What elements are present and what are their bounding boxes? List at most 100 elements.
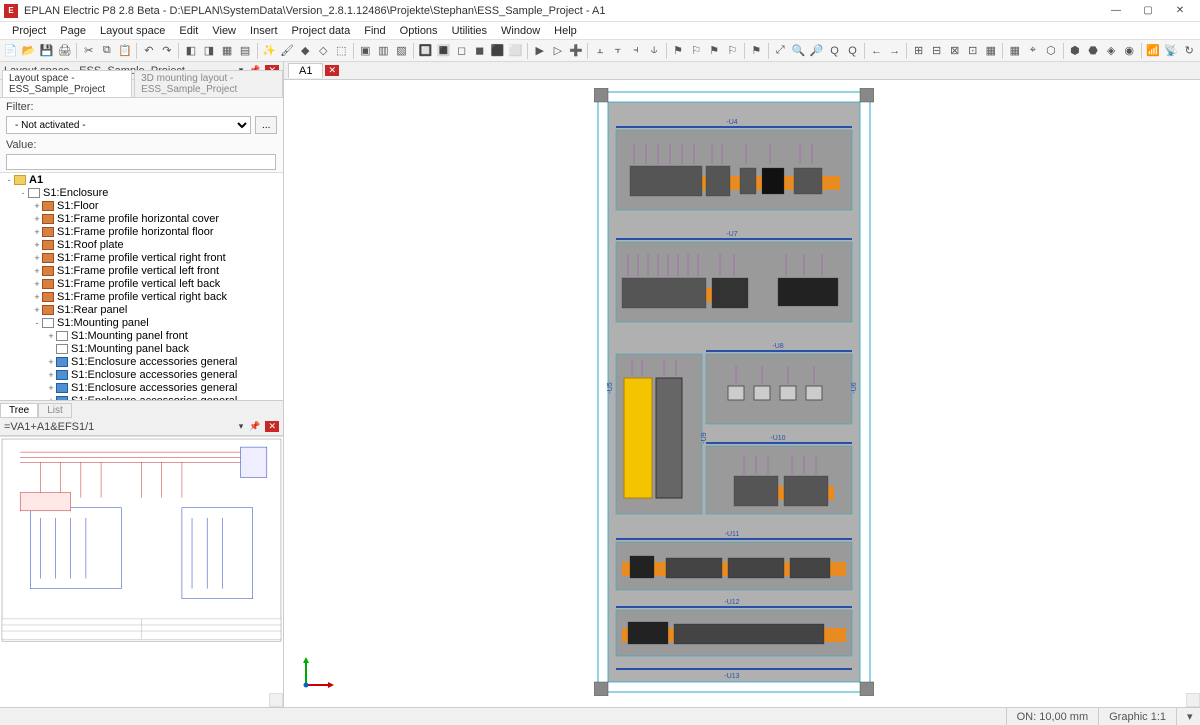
- tb-zoom-in-icon[interactable]: 🔍: [790, 42, 807, 60]
- filter-ellipsis-button[interactable]: ...: [255, 116, 277, 134]
- tb-icon[interactable]: ◆: [297, 42, 314, 60]
- expand-icon[interactable]: +: [46, 357, 56, 367]
- tree-item[interactable]: +S1:Frame profile vertical right back: [0, 290, 283, 303]
- expand-icon[interactable]: +: [32, 201, 42, 211]
- tree-item[interactable]: +S1:Floor: [0, 199, 283, 212]
- maximize-button[interactable]: ▢: [1132, 2, 1164, 20]
- tree-item[interactable]: +S1:Enclosure accessories general: [0, 381, 283, 394]
- tb-plus-icon[interactable]: ➕: [567, 42, 584, 60]
- menu-edit[interactable]: Edit: [173, 25, 204, 37]
- tb-grid-icon[interactable]: ▦: [1006, 42, 1023, 60]
- tb-icon[interactable]: ▤: [237, 42, 254, 60]
- scrollbar-corner[interactable]: [1186, 693, 1200, 707]
- pin-icon[interactable]: 📌: [246, 421, 263, 432]
- expand-icon[interactable]: +: [32, 240, 42, 250]
- tb-icon[interactable]: ◼: [471, 42, 488, 60]
- canvas-tab-a1[interactable]: A1: [288, 63, 323, 78]
- menu-layout-space[interactable]: Layout space: [94, 25, 171, 37]
- tb-flag-icon[interactable]: ⚐: [688, 42, 705, 60]
- scrollbar-corner[interactable]: [269, 693, 283, 707]
- expand-icon[interactable]: -: [18, 188, 28, 198]
- menu-project-data[interactable]: Project data: [286, 25, 357, 37]
- menu-help[interactable]: Help: [548, 25, 583, 37]
- tb-icon[interactable]: ▧: [393, 42, 410, 60]
- tb-new-icon[interactable]: 📄: [2, 42, 19, 60]
- expand-icon[interactable]: +: [32, 266, 42, 276]
- tb-grid-icon[interactable]: ⊞: [910, 42, 927, 60]
- expand-icon[interactable]: +: [46, 331, 56, 341]
- expand-icon[interactable]: +: [46, 383, 56, 393]
- expand-icon[interactable]: +: [32, 292, 42, 302]
- tb-icon[interactable]: ▷: [549, 42, 566, 60]
- tb-icon[interactable]: ⬚: [333, 42, 350, 60]
- tb-grid-icon[interactable]: ⊡: [964, 42, 981, 60]
- tb-refresh-icon[interactable]: ↻: [1181, 42, 1198, 60]
- tb-flag-icon[interactable]: ⚐: [724, 42, 741, 60]
- tb-flag-icon[interactable]: ⚑: [706, 42, 723, 60]
- menu-view[interactable]: View: [206, 25, 242, 37]
- tree-item[interactable]: +S1:Frame profile vertical left front: [0, 264, 283, 277]
- tb-zoom-icon[interactable]: Q: [844, 42, 861, 60]
- value-input[interactable]: [6, 154, 276, 170]
- tb-brush-icon[interactable]: 🖌: [279, 42, 296, 60]
- tb-icon[interactable]: ◻: [453, 42, 470, 60]
- dropdown-icon[interactable]: ▾: [236, 421, 247, 432]
- tree-item[interactable]: +S1:Frame profile vertical right front: [0, 251, 283, 264]
- tb-undo-icon[interactable]: ↶: [140, 42, 157, 60]
- tb-zoom-fit-icon[interactable]: ⤢: [772, 42, 789, 60]
- tb-icon[interactable]: ▣: [357, 42, 374, 60]
- tree-item[interactable]: -S1:Enclosure: [0, 186, 283, 199]
- tb-back-icon[interactable]: ←: [868, 42, 885, 60]
- tree-item[interactable]: +S1:Frame profile horizontal floor: [0, 225, 283, 238]
- tb-snap-icon[interactable]: ⬡: [1042, 42, 1059, 60]
- status-dropdown[interactable]: ▾: [1176, 708, 1200, 725]
- tb-icon[interactable]: 🔲: [417, 42, 434, 60]
- tb-save-icon[interactable]: 💾: [38, 42, 55, 60]
- expand-icon[interactable]: +: [32, 279, 42, 289]
- tab-tree[interactable]: Tree: [0, 403, 38, 418]
- close-tab-icon[interactable]: ✕: [325, 65, 339, 76]
- tb-icon[interactable]: ⬜: [507, 42, 524, 60]
- tb-target-icon[interactable]: ⌖: [1024, 42, 1041, 60]
- tree-item[interactable]: +S1:Enclosure accessories general: [0, 394, 283, 400]
- tb-icon[interactable]: 🔳: [435, 42, 452, 60]
- expand-icon[interactable]: +: [32, 227, 42, 237]
- tab-list[interactable]: List: [38, 403, 72, 418]
- tb-align-icon[interactable]: ⫞: [628, 42, 645, 60]
- tb-icon[interactable]: ▶: [531, 42, 548, 60]
- tb-forward-icon[interactable]: →: [886, 42, 903, 60]
- tb-redo-icon[interactable]: ↷: [158, 42, 175, 60]
- filter-select[interactable]: - Not activated -: [6, 116, 251, 134]
- tb-icon[interactable]: ◇: [315, 42, 332, 60]
- schematic-preview[interactable]: [0, 436, 283, 707]
- tab-layout-space[interactable]: Layout space - ESS_Sample_Project: [2, 70, 132, 97]
- tb-3d-icon[interactable]: ◉: [1121, 42, 1138, 60]
- tree-item[interactable]: +S1:Enclosure accessories general: [0, 368, 283, 381]
- tb-align-icon[interactable]: ⫟: [609, 42, 626, 60]
- tb-3d-icon[interactable]: ⬣: [1085, 42, 1102, 60]
- tb-grid-icon[interactable]: ⊠: [946, 42, 963, 60]
- tb-flag-icon[interactable]: ⚑: [748, 42, 765, 60]
- navigator-tree[interactable]: - A1 -S1:Enclosure+S1:Floor+S1:Frame pro…: [0, 172, 283, 400]
- tb-open-icon[interactable]: 📂: [20, 42, 37, 60]
- tb-wifi-icon[interactable]: 📡: [1163, 42, 1180, 60]
- tb-3d-icon[interactable]: ⬢: [1066, 42, 1083, 60]
- tb-wand-icon[interactable]: ✨: [261, 42, 278, 60]
- expand-icon[interactable]: -: [32, 318, 42, 328]
- menu-utilities[interactable]: Utilities: [446, 25, 493, 37]
- tb-signal-icon[interactable]: 📶: [1145, 42, 1162, 60]
- tree-item[interactable]: S1:Mounting panel back: [0, 342, 283, 355]
- tree-item[interactable]: +S1:Mounting panel front: [0, 329, 283, 342]
- expand-icon[interactable]: +: [32, 253, 42, 263]
- tb-grid-icon[interactable]: ⊟: [928, 42, 945, 60]
- tab-3d-mounting[interactable]: 3D mounting layout - ESS_Sample_Project: [134, 70, 283, 97]
- expand-icon[interactable]: +: [32, 305, 42, 315]
- tb-icon[interactable]: ⬛: [489, 42, 506, 60]
- expand-icon[interactable]: +: [46, 396, 56, 401]
- expand-icon[interactable]: +: [46, 370, 56, 380]
- tb-icon[interactable]: ▥: [375, 42, 392, 60]
- drawing-canvas[interactable]: -U4 -U7: [284, 80, 1200, 707]
- tb-3d-icon[interactable]: ◈: [1103, 42, 1120, 60]
- tb-align-icon[interactable]: ⫝: [646, 42, 663, 60]
- tb-icon[interactable]: ▦: [219, 42, 236, 60]
